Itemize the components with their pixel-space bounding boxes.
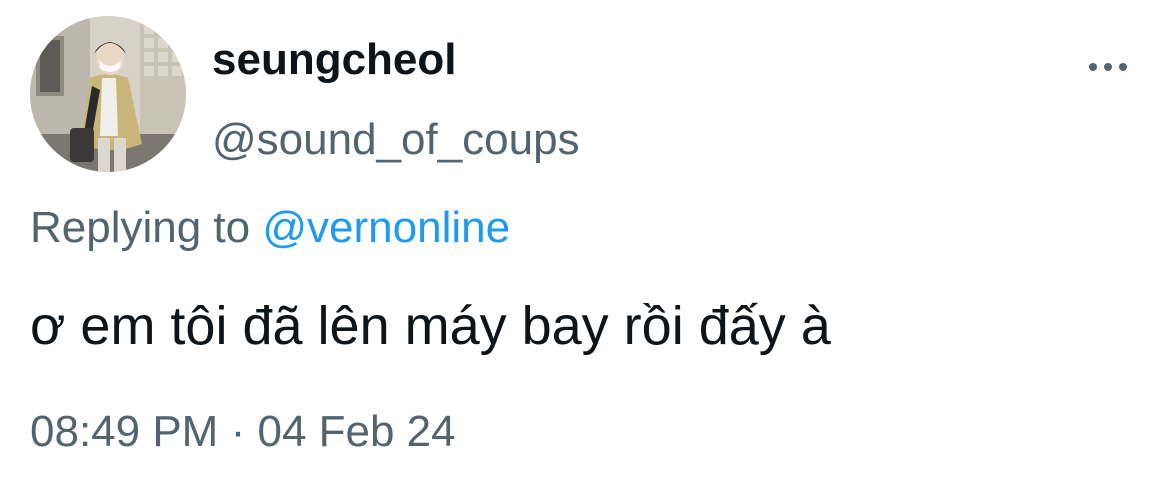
replying-to-line: Replying to @vernonline <box>30 202 510 254</box>
tweet-date: 04 Feb 24 <box>257 407 456 456</box>
user-handle[interactable]: @sound_of_coups <box>212 114 580 166</box>
reply-mention-link[interactable]: @vernonline <box>262 203 510 252</box>
tweet-timestamp[interactable]: 08:49 PM · 04 Feb 24 <box>30 406 456 458</box>
timestamp-separator: · <box>230 407 246 456</box>
more-horizontal-icon <box>1089 63 1127 71</box>
tweet-card: seungcheol @sound_of_coups Replying to @… <box>0 0 1170 491</box>
avatar[interactable] <box>30 16 186 172</box>
display-name[interactable]: seungcheol <box>212 34 457 86</box>
more-options-button[interactable] <box>1082 52 1134 82</box>
tweet-text: ơ em tôi đã lên máy bay rồi đấy à <box>30 296 831 356</box>
profile-photo <box>30 16 186 172</box>
tweet-time: 08:49 PM <box>30 407 219 456</box>
replying-to-label: Replying to <box>30 203 251 252</box>
